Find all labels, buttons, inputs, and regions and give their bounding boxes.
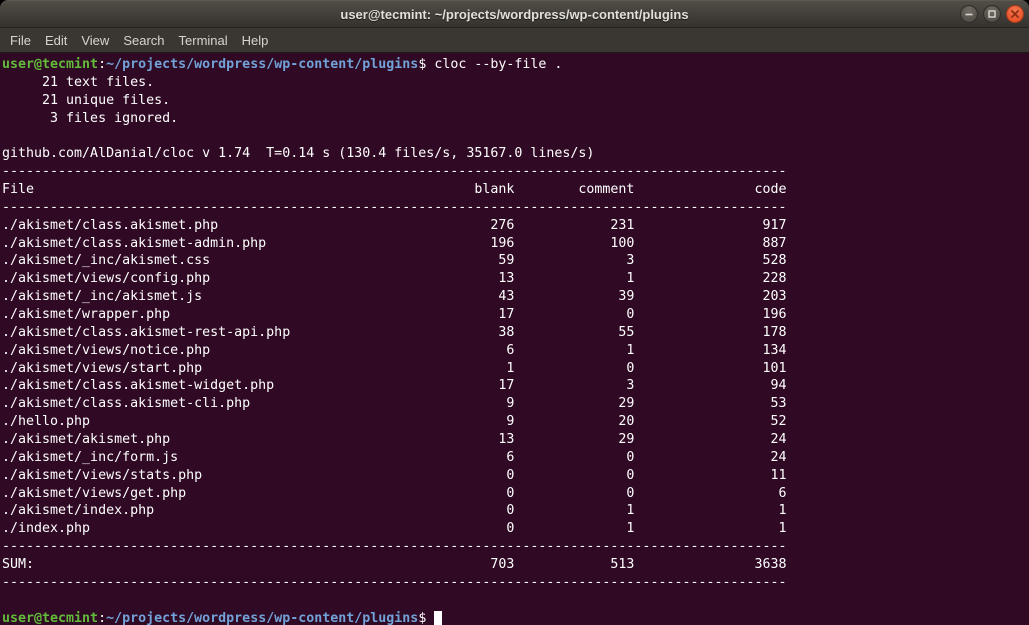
menu-search[interactable]: Search	[116, 30, 171, 51]
terminal-text: ./akismet/views/get.php 0 0 6	[2, 486, 787, 501]
close-icon	[1010, 9, 1020, 19]
terminal-text: ./akismet/index.php 0 1 1	[2, 503, 787, 518]
table-row: ./akismet/_inc/akismet.css 59 3 528	[2, 252, 1029, 270]
terminal-text: File blank comment code	[2, 182, 787, 197]
menu-edit[interactable]: Edit	[38, 30, 74, 51]
table-row: ./akismet/views/notice.php 6 1 134	[2, 342, 1029, 360]
prompt-path: ~/projects/wordpress/wp-content/plugins	[106, 57, 418, 72]
maximize-icon	[987, 9, 997, 19]
terminal-text: ----------------------------------------…	[2, 539, 787, 554]
blank-line	[2, 127, 1029, 145]
table-row: ./akismet/views/get.php 0 0 6	[2, 485, 1029, 503]
prompt-line: user@tecmint:~/projects/wordpress/wp-con…	[2, 610, 1029, 625]
table-row: ./akismet/class.akismet-cli.php 9 29 53	[2, 395, 1029, 413]
terminal-text: ./akismet/class.akismet-admin.php 196 10…	[2, 236, 787, 251]
terminal-text: ./akismet/class.akismet.php 276 231 917	[2, 218, 787, 233]
summary-line: 21 unique files.	[2, 92, 1029, 110]
terminal-text: ./akismet/_inc/akismet.js 43 39 203	[2, 289, 787, 304]
divider-line: ----------------------------------------…	[2, 538, 1029, 556]
prompt-line: user@tecmint:~/projects/wordpress/wp-con…	[2, 56, 1029, 74]
terminal-text: ./akismet/views/stats.php 0 0 11	[2, 468, 787, 483]
summary-line: 21 text files.	[2, 74, 1029, 92]
terminal-text: ./index.php 0 1 1	[2, 521, 787, 536]
prompt-path: ~/projects/wordpress/wp-content/plugins	[106, 611, 418, 625]
table-row: ./akismet/class.akismet.php 276 231 917	[2, 217, 1029, 235]
terminal-text: ./akismet/akismet.php 13 29 24	[2, 432, 787, 447]
table-row: ./akismet/index.php 0 1 1	[2, 502, 1029, 520]
summary-line: 3 files ignored.	[2, 110, 1029, 128]
prompt-colon: :	[98, 611, 106, 625]
divider-line: ----------------------------------------…	[2, 199, 1029, 217]
prompt-colon: :	[98, 57, 106, 72]
table-row: ./akismet/class.akismet-admin.php 196 10…	[2, 235, 1029, 253]
terminal-text: ./akismet/_inc/form.js 6 0 24	[2, 450, 787, 465]
table-row: ./akismet/views/config.php 13 1 228	[2, 270, 1029, 288]
table-row: ./akismet/class.akismet-widget.php 17 3 …	[2, 377, 1029, 395]
divider-line: ----------------------------------------…	[2, 574, 1029, 592]
terminal-text: 21 unique files.	[2, 93, 170, 108]
terminal-text: ----------------------------------------…	[2, 200, 787, 215]
window-title: user@tecmint: ~/projects/wordpress/wp-co…	[0, 1, 1029, 27]
menu-terminal[interactable]: Terminal	[172, 30, 235, 51]
prompt-user-host: user@tecmint	[2, 611, 98, 625]
menubar: File Edit View Search Terminal Help	[0, 28, 1029, 53]
terminal-text: 21 text files.	[2, 75, 154, 90]
terminal-text: ./akismet/class.akismet-widget.php 17 3 …	[2, 378, 787, 393]
divider-line: ----------------------------------------…	[2, 163, 1029, 181]
table-row: ./akismet/views/stats.php 0 0 11	[2, 467, 1029, 485]
table-sum-row: SUM: 703 513 3638	[2, 556, 1029, 574]
prompt-dollar: $	[418, 611, 434, 625]
terminal-text: ./akismet/views/start.php 1 0 101	[2, 361, 787, 376]
terminal-output[interactable]: user@tecmint:~/projects/wordpress/wp-con…	[0, 53, 1029, 625]
table-row: ./akismet/views/start.php 1 0 101	[2, 360, 1029, 378]
table-row: ./hello.php 9 20 52	[2, 413, 1029, 431]
blank-line	[2, 592, 1029, 610]
terminal-text: ./akismet/class.akismet-cli.php 9 29 53	[2, 396, 787, 411]
prompt-dollar: $	[418, 57, 434, 72]
maximize-button[interactable]	[983, 5, 1001, 23]
table-row: ./akismet/_inc/akismet.js 43 39 203	[2, 288, 1029, 306]
table-row: ./index.php 0 1 1	[2, 520, 1029, 538]
cloc-version-line: github.com/AlDanial/cloc v 1.74 T=0.14 s…	[2, 145, 1029, 163]
terminal-text: ./akismet/views/config.php 13 1 228	[2, 271, 787, 286]
terminal-text: ----------------------------------------…	[2, 575, 787, 590]
terminal-text: ./akismet/wrapper.php 17 0 196	[2, 307, 787, 322]
minimize-icon	[964, 9, 974, 19]
terminal-cursor	[434, 611, 442, 625]
table-header: File blank comment code	[2, 181, 1029, 199]
menu-view[interactable]: View	[74, 30, 116, 51]
terminal-text: ./akismet/class.akismet-rest-api.php 38 …	[2, 325, 787, 340]
table-row: ./akismet/class.akismet-rest-api.php 38 …	[2, 324, 1029, 342]
terminal-text: 3 files ignored.	[2, 111, 178, 126]
terminal-window: user@tecmint: ~/projects/wordpress/wp-co…	[0, 0, 1029, 625]
menu-file[interactable]: File	[3, 30, 38, 51]
terminal-text: github.com/AlDanial/cloc v 1.74 T=0.14 s…	[2, 146, 594, 161]
terminal-text: ./akismet/_inc/akismet.css 59 3 528	[2, 253, 787, 268]
close-button[interactable]	[1006, 5, 1024, 23]
titlebar[interactable]: user@tecmint: ~/projects/wordpress/wp-co…	[0, 0, 1029, 28]
table-row: ./akismet/wrapper.php 17 0 196	[2, 306, 1029, 324]
table-row: ./akismet/akismet.php 13 29 24	[2, 431, 1029, 449]
table-row: ./akismet/_inc/form.js 6 0 24	[2, 449, 1029, 467]
window-controls	[960, 5, 1024, 23]
terminal-text: SUM: 703 513 3638	[2, 557, 787, 572]
terminal-text: ----------------------------------------…	[2, 164, 787, 179]
terminal-text: ./hello.php 9 20 52	[2, 414, 787, 429]
terminal-text: ./akismet/views/notice.php 6 1 134	[2, 343, 787, 358]
prompt-user-host: user@tecmint	[2, 57, 98, 72]
command-text: cloc --by-file .	[434, 57, 562, 72]
minimize-button[interactable]	[960, 5, 978, 23]
menu-help[interactable]: Help	[235, 30, 276, 51]
